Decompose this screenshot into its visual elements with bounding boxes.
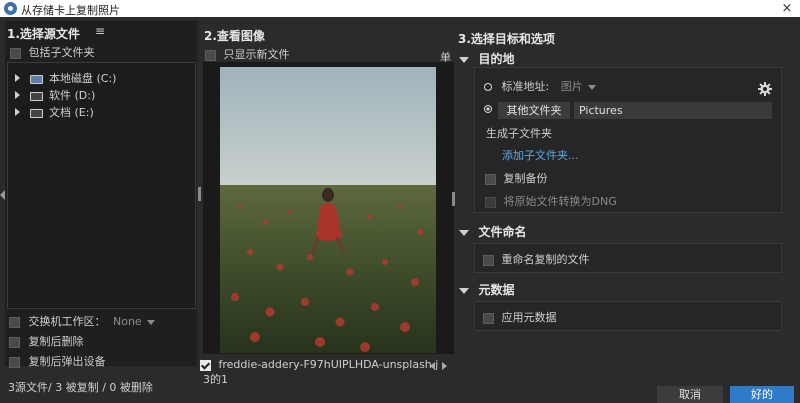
photo-image: [220, 67, 436, 353]
window-title: 从存储卡上复制照片: [21, 4, 120, 17]
gear-icon[interactable]: [758, 82, 772, 96]
exchange-dropdown[interactable]: None: [113, 315, 142, 328]
show-new-only-box[interactable]: [205, 49, 216, 61]
drive-icon: [29, 108, 43, 118]
standard-location-dropdown[interactable]: 图片: [561, 80, 583, 93]
include-subfolders-checkbox[interactable]: 包括子文件夹: [10, 44, 95, 60]
source-header: 1.选择源文件: [7, 27, 80, 41]
rename-copies-checkbox[interactable]: 重命名复制的文件: [483, 251, 590, 267]
expand-icon[interactable]: [15, 91, 20, 99]
destination-section-header[interactable]: 目的地: [459, 50, 515, 67]
source-menu-icon[interactable]: ≡: [95, 24, 105, 38]
rename-copies-box[interactable]: [483, 254, 494, 266]
exchange-workspace-row: 交换机工作区： None: [9, 313, 156, 329]
drive-label: 软件 (D:): [49, 89, 96, 102]
gear-icon-svg: [758, 82, 772, 96]
app-icon: [4, 2, 17, 15]
rename-copies-label: 重命名复制的文件: [501, 253, 590, 266]
eject-after-copy-box[interactable]: [9, 356, 20, 368]
exchange-label: 交换机工作区：: [28, 315, 106, 328]
make-backup-box[interactable]: [485, 173, 496, 185]
eject-after-copy-label: 复制后弹出设备: [28, 355, 106, 368]
standard-location-label: 标准地址:: [501, 80, 550, 93]
left-splitter-icon[interactable]: [198, 187, 201, 201]
drive-icon: [29, 91, 43, 101]
drive-item-e[interactable]: 文档 (E:): [15, 104, 94, 120]
show-new-only-checkbox[interactable]: 只显示新文件: [205, 46, 290, 62]
drive-label: 本地磁盘 (C:): [49, 72, 117, 85]
standard-location-radio-button[interactable]: [484, 83, 492, 91]
close-icon[interactable]: ×: [776, 0, 798, 17]
destination-title: 目的地: [478, 52, 515, 66]
eject-after-copy-checkbox[interactable]: 复制后弹出设备: [9, 353, 106, 369]
chevron-down-icon[interactable]: [147, 320, 156, 325]
convert-dng-label: 将原始文件转换为DNG: [503, 195, 617, 208]
make-backup-checkbox[interactable]: 复制备份: [485, 170, 548, 186]
drive-item-d[interactable]: 软件 (D:): [15, 87, 95, 103]
file-naming-section-header[interactable]: 文件命名: [459, 223, 527, 240]
drive-label: 文档 (E:): [49, 106, 94, 119]
expand-icon[interactable]: [15, 108, 20, 116]
review-header: 2.查看图像: [204, 29, 265, 43]
collapse-icon[interactable]: [459, 57, 469, 63]
next-image-icon[interactable]: [442, 362, 447, 370]
file-selected-checkbox[interactable]: [200, 359, 211, 371]
create-subfolder-label: 生成子文件夹: [486, 127, 552, 140]
right-splitter-icon[interactable]: [452, 192, 455, 206]
left-collapse-icon[interactable]: [0, 190, 5, 200]
photo-thumbnail[interactable]: [220, 67, 436, 353]
apply-metadata-label: 应用元数据: [501, 311, 557, 324]
standard-location-radio[interactable]: 标准地址: 图片: [484, 78, 597, 94]
prev-image-icon[interactable]: [430, 362, 435, 370]
metadata-title: 元数据: [478, 283, 515, 297]
cancel-button[interactable]: 取消: [657, 386, 723, 403]
title-bar: 从存储卡上复制照片 ×: [0, 0, 800, 17]
apply-metadata-checkbox[interactable]: 应用元数据: [483, 309, 557, 325]
other-folder-button[interactable]: 其他文件夹: [498, 102, 570, 119]
delete-after-copy-box[interactable]: [9, 336, 20, 348]
status-text: 3源文件/ 3 被复制 / 0 被删除: [8, 381, 153, 394]
apply-metadata-box[interactable]: [483, 312, 494, 324]
other-folder-path-value: Pictures: [579, 104, 623, 117]
collapse-icon[interactable]: [459, 288, 469, 294]
delete-after-copy-label: 复制后删除: [28, 335, 84, 348]
metadata-section-header[interactable]: 元数据: [459, 281, 515, 298]
options-header: 3.选择目标和选项: [458, 32, 555, 46]
include-subfolders-box[interactable]: [10, 47, 21, 59]
convert-dng-box[interactable]: [485, 196, 496, 208]
show-new-only-label: 只显示新文件: [223, 48, 290, 61]
make-backup-label: 复制备份: [503, 172, 548, 185]
chevron-down-icon[interactable]: [588, 85, 597, 90]
collapse-icon[interactable]: [459, 230, 469, 236]
other-folder-radio-row: [484, 102, 492, 115]
ok-button[interactable]: 好的: [730, 386, 794, 403]
page-counter: 3的1: [203, 373, 228, 386]
include-subfolders-label: 包括子文件夹: [28, 46, 95, 59]
dialog-body: 1.选择源文件 ≡ 包括子文件夹 本地磁盘 (C:) 软件 (D:) 文档 (E…: [0, 17, 800, 403]
drive-icon: [29, 74, 43, 84]
add-subfolder-link[interactable]: 添加子文件夹...: [502, 147, 579, 163]
other-folder-path-field[interactable]: Pictures: [574, 102, 772, 119]
expand-icon[interactable]: [15, 74, 20, 82]
drive-item-c[interactable]: 本地磁盘 (C:): [15, 70, 116, 86]
file-name: freddie-addery-F97hUIPLHDA-unsplash.j: [218, 358, 439, 371]
delete-after-copy-checkbox[interactable]: 复制后删除: [9, 333, 84, 349]
exchange-checkbox[interactable]: [9, 316, 20, 328]
file-item-row[interactable]: freddie-addery-F97hUIPLHDA-unsplash.j 3的…: [200, 358, 450, 386]
convert-dng-checkbox[interactable]: 将原始文件转换为DNG: [485, 193, 617, 209]
other-folder-radio-button[interactable]: [484, 105, 492, 113]
file-naming-title: 文件命名: [478, 225, 527, 239]
